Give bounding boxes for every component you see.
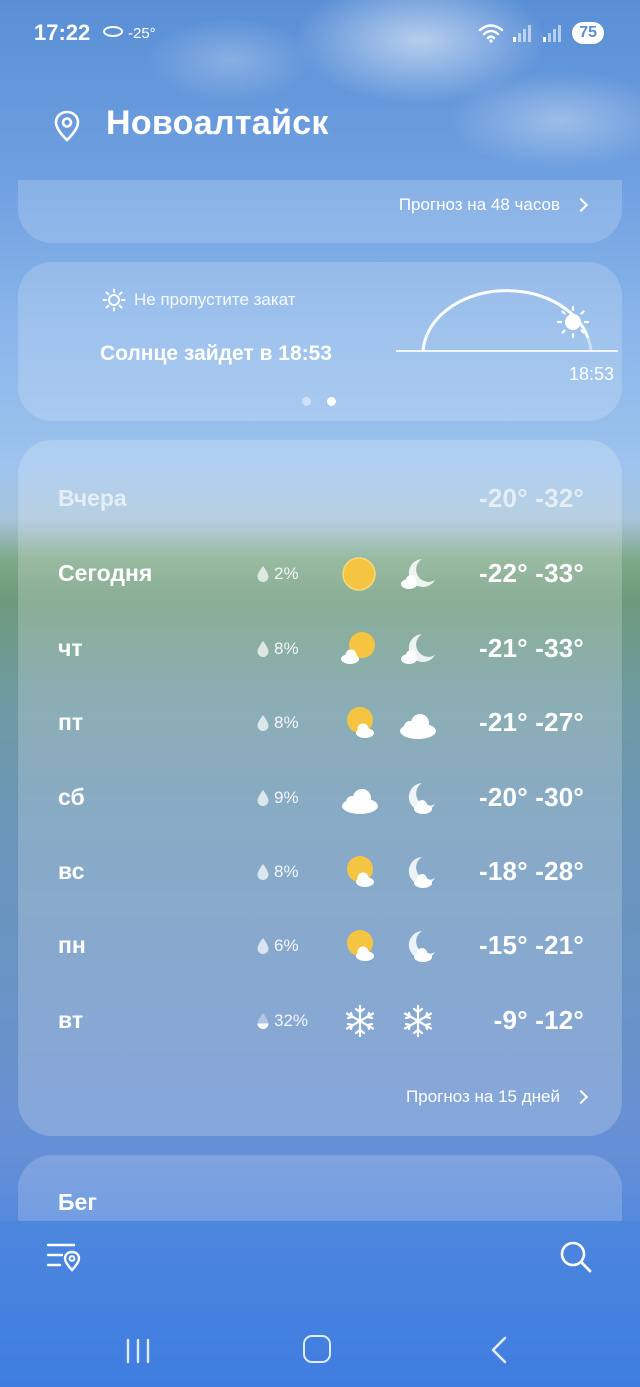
precip-value: 8% <box>274 862 299 881</box>
precip-chance: 2% <box>256 564 299 584</box>
signal-icon <box>513 25 532 42</box>
running-card-title: Бег <box>58 1189 97 1215</box>
status-temperature: -25° <box>128 25 156 42</box>
battery-indicator: 75 <box>572 22 604 44</box>
sun-outline-icon <box>102 288 126 312</box>
forecast-day: Сегодня <box>58 560 153 586</box>
forecast-day: сб <box>58 784 85 810</box>
precip-chance: 6% <box>256 936 299 956</box>
sunset-subtitle: Не пропустите закат <box>134 290 296 309</box>
chevron-right-icon <box>573 1089 589 1105</box>
forecast-row[interactable]: Сегодня 2% -22° -33° <box>18 550 622 600</box>
sun-arc-graphic <box>396 289 618 352</box>
daily-forecast-link[interactable]: Прогноз на 15 дней <box>406 1087 589 1107</box>
forecast-row[interactable]: вт 32% -9° -12° <box>18 997 622 1047</box>
forecast-row[interactable]: чт 8% -21° -33° <box>18 625 622 675</box>
weather-status-icon <box>103 26 123 37</box>
raindrop-icon <box>257 641 269 657</box>
forecast-day: пн <box>58 932 86 958</box>
cloud-icon <box>400 714 436 739</box>
forecast-day: вт <box>58 1007 84 1033</box>
precip-value: 2% <box>274 564 299 583</box>
sunset-time-label: 18:53 <box>568 364 614 384</box>
home-button[interactable] <box>303 1335 331 1363</box>
sun-cloud-icon <box>347 707 374 738</box>
location-pin-icon[interactable] <box>54 110 80 142</box>
forecast-row[interactable]: пн 6% -15° -21° <box>18 922 622 972</box>
forecast-temps: -20° -30° <box>479 782 584 812</box>
moon-cloud-icon <box>401 559 435 589</box>
precip-chance: 8% <box>256 862 299 882</box>
status-time: 17:22 <box>34 20 91 45</box>
hourly-forecast-link-label: Прогноз на 48 часов <box>398 195 560 214</box>
sun-position-icon <box>556 305 590 339</box>
recents-icon[interactable] <box>124 1338 154 1364</box>
system-nav-bar <box>0 1300 640 1387</box>
forecast-row[interactable]: сб 9% -20° -30° <box>18 774 622 824</box>
sunset-main-text: Солнце зайдет в 18:53 <box>100 342 332 365</box>
forecast-row[interactable]: пт 8% -21° -27° <box>18 699 622 749</box>
page-dot-2[interactable] <box>327 397 336 406</box>
forecast-temps: -18° -28° <box>479 856 584 886</box>
raindrop-icon <box>257 938 269 954</box>
cloud-icon <box>342 789 378 814</box>
daily-forecast-link-label: Прогноз на 15 дней <box>406 1087 560 1106</box>
forecast-temps: -21° -33° <box>479 633 584 663</box>
raindrop-icon <box>257 566 269 582</box>
moon-cloud-icon <box>401 634 435 664</box>
daily-forecast-card: Вчера -20° -32° Сегодня 2% -22° -33° чт … <box>18 440 622 1136</box>
location-header: Новоалтайск <box>0 96 640 156</box>
hourly-forecast-link[interactable]: Прогноз на 48 часов <box>398 195 589 215</box>
forecast-temps: -9° -12° <box>493 1005 584 1035</box>
raindrop-half-icon <box>257 1013 269 1029</box>
forecast-row[interactable]: вс 8% -18° -28° <box>18 848 622 898</box>
precip-chance: 32% <box>256 1011 308 1031</box>
sun-cloud-icon <box>347 930 374 961</box>
status-bar: 17:22 -25° 75 <box>0 0 640 66</box>
precip-value: 8% <box>274 713 299 732</box>
raindrop-icon <box>257 864 269 880</box>
raindrop-icon <box>257 790 269 806</box>
forecast-day: вс <box>58 858 85 884</box>
precip-value: 32% <box>274 1011 309 1030</box>
hourly-forecast-card: Прогноз на 48 часов <box>18 180 622 243</box>
chevron-right-icon <box>573 197 589 213</box>
moon-cloud-icon <box>408 931 435 962</box>
search-icon[interactable] <box>558 1239 594 1275</box>
back-icon[interactable] <box>490 1336 508 1364</box>
forecast-day: чт <box>58 635 83 661</box>
precip-value: 9% <box>274 788 299 807</box>
sunset-card[interactable]: Не пропустите закат Солнце зайдет в 18:5… <box>18 262 622 421</box>
precip-chance: 8% <box>256 639 299 659</box>
moon-cloud-icon <box>408 857 435 888</box>
sun-cloud-icon <box>341 632 375 664</box>
forecast-row-yesterday[interactable]: Вчера -20° -32° <box>18 475 622 525</box>
sunset-subtitle-row: Не пропустите закат <box>102 288 296 312</box>
city-title: Новоалтайск <box>106 104 329 142</box>
precip-chance: 8% <box>256 713 299 733</box>
forecast-temps: -20° -32° <box>479 483 584 513</box>
sun-icon <box>342 557 376 591</box>
precip-value: 8% <box>274 639 299 658</box>
sun-cloud-icon <box>347 856 374 887</box>
snowflake-icon <box>345 1004 375 1038</box>
location-list-icon[interactable] <box>44 1239 84 1275</box>
precip-value: 6% <box>274 936 299 955</box>
forecast-day: пт <box>58 709 84 735</box>
page-indicator[interactable] <box>302 397 336 406</box>
signal-icon-2 <box>543 25 562 42</box>
precip-chance: 9% <box>256 788 299 808</box>
wifi-icon <box>479 24 504 43</box>
forecast-temps: -22° -33° <box>479 558 584 588</box>
forecast-temps: -21° -27° <box>479 707 584 737</box>
forecast-day: Вчера <box>58 485 127 511</box>
page-dot-1[interactable] <box>302 397 311 406</box>
snowflake-icon <box>403 1004 433 1038</box>
moon-cloud-icon <box>408 783 435 814</box>
forecast-temps: -15° -21° <box>479 930 584 960</box>
status-icons: 75 <box>478 22 604 44</box>
raindrop-icon <box>257 715 269 731</box>
